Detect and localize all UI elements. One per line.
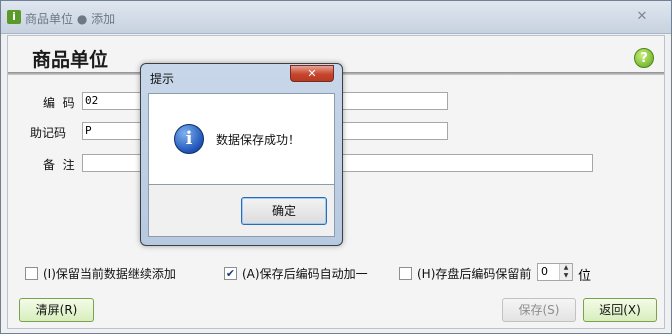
help-icon[interactable]: ? <box>634 48 654 68</box>
ok-button[interactable]: 确定 <box>241 197 327 225</box>
page-title: 商品单位 <box>32 49 109 71</box>
auto-increment-label: (A)保存后编码自动加一 <box>242 267 368 281</box>
auto-increment-option[interactable]: ✔ (A)保存后编码自动加一 <box>224 265 368 282</box>
dialog-message: 数据保存成功！ <box>216 133 301 147</box>
back-button[interactable]: 返回(X) <box>583 298 657 322</box>
window-titlebar: i 商品单位 ● 添加 ✕ <box>1 1 671 34</box>
keep-prefix-checkbox[interactable] <box>399 267 412 280</box>
prefix-count-spinner[interactable]: 0 ▲ ▼ <box>537 263 573 281</box>
message-dialog: 提示 ✕ i 数据保存成功！ 确定 <box>140 63 343 246</box>
keep-adding-option[interactable]: (I)保留当前数据继续添加 <box>25 265 176 282</box>
app-icon: i <box>7 10 21 24</box>
main-window: i 商品单位 ● 添加 ✕ 商品单位 ? 编 码 02 助记码 P 备 注 (I… <box>0 0 672 334</box>
prefix-count-value[interactable]: 0 <box>541 265 548 278</box>
window-title: 商品单位 ● 添加 <box>25 12 116 26</box>
window-close-icon[interactable]: ✕ <box>635 10 649 24</box>
keep-prefix-label: (H)存盘后编码保留前 <box>417 267 532 281</box>
keep-adding-label: (I)保留当前数据继续添加 <box>43 267 176 281</box>
keep-prefix-option[interactable]: (H)存盘后编码保留前 <box>399 265 531 282</box>
keep-adding-checkbox[interactable] <box>25 267 38 280</box>
prefix-unit-label: 位 <box>578 269 592 284</box>
dialog-body: i 数据保存成功！ <box>148 93 335 185</box>
clear-button[interactable]: 清屏(R) <box>19 298 94 322</box>
dialog-close-icon[interactable]: ✕ <box>290 65 334 82</box>
code-label: 编 码 <box>43 96 75 110</box>
mnemonic-label: 助记码 <box>30 126 67 140</box>
info-icon: i <box>174 124 204 154</box>
remark-label: 备 注 <box>43 158 75 172</box>
dialog-title: 提示 <box>150 72 175 86</box>
dialog-footer: 确定 <box>148 185 335 237</box>
spin-down-icon[interactable]: ▼ <box>559 272 572 280</box>
spin-up-icon[interactable]: ▲ <box>559 264 572 272</box>
auto-increment-checkbox[interactable]: ✔ <box>224 267 237 280</box>
save-button[interactable]: 保存(S) <box>502 298 576 322</box>
